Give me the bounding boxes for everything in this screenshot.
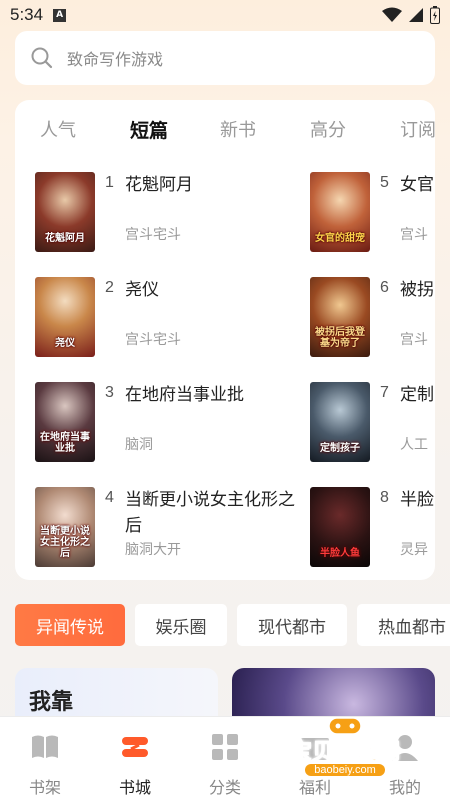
- tab-new[interactable]: 新书: [220, 116, 256, 142]
- book-tag: 人工: [400, 437, 428, 453]
- genre-tabs: 异闻传说 娱乐圈 现代都市 热血都市: [15, 604, 450, 646]
- book-cover: 当断更小说女主化形之后: [35, 487, 95, 567]
- book-rank: 6: [380, 279, 389, 296]
- grid-icon: [212, 734, 238, 760]
- book-rank: 2: [105, 279, 114, 296]
- book-cover: 定制孩子: [310, 382, 370, 462]
- book-tag: 脑洞大开: [125, 542, 181, 558]
- book-title: 定制: [400, 385, 434, 405]
- book-cover: 被拐后我登基为帝了: [310, 277, 370, 357]
- book-item[interactable]: 半脸人鱼 8 半脸 灵异: [310, 487, 435, 569]
- signal-icon: [409, 8, 423, 22]
- book-cover: 半脸人鱼: [310, 487, 370, 567]
- nav-bookstore[interactable]: 书城: [90, 717, 180, 800]
- book-cover: 女官的甜宠: [310, 172, 370, 252]
- book-title: 当断更小说女主化形之后: [125, 490, 295, 536]
- book-tag: 宫斗宅斗: [125, 227, 181, 243]
- book-title: 尧仪: [125, 280, 159, 300]
- book-cover: 在地府当事业批: [35, 382, 95, 462]
- tab-short[interactable]: 短篇: [130, 116, 168, 143]
- book-rank: 1: [105, 174, 114, 191]
- status-bar: 5:34 A: [0, 0, 450, 30]
- book-tag: 宫斗宅斗: [125, 332, 181, 348]
- ranking-tabs: 人气 短篇 新书 高分 订阅: [15, 116, 435, 146]
- tab-popular[interactable]: 人气: [40, 116, 76, 142]
- genre-chip[interactable]: 热血都市: [357, 604, 450, 646]
- book-rank: 5: [380, 174, 389, 191]
- book-item[interactable]: 在地府当事业批 3 在地府当事业批 脑洞: [35, 382, 295, 464]
- watermark-logo: 宝贝游戏网 baobeiy.com: [275, 714, 415, 794]
- tab-high-score[interactable]: 高分: [310, 116, 346, 142]
- book-rank: 4: [105, 489, 114, 506]
- book-item[interactable]: 花魁阿月 1 花魁阿月 宫斗宅斗: [35, 172, 295, 254]
- search-placeholder: 致命写作游戏: [67, 50, 164, 69]
- search-bar[interactable]: 致命写作游戏: [15, 31, 435, 85]
- book-tag: 宫斗: [400, 332, 428, 348]
- book-item[interactable]: 定制孩子 7 定制 人工: [310, 382, 435, 464]
- book-title: 半脸: [400, 490, 434, 510]
- book-icon: [32, 735, 58, 758]
- book-rank: 3: [105, 384, 114, 401]
- book-cover: 尧仪: [35, 277, 95, 357]
- tab-subscribe[interactable]: 订阅: [400, 116, 435, 142]
- ranking-card: 人气 短篇 新书 高分 订阅 花魁阿月 1 花魁阿月 宫斗宅斗 尧仪 2 尧仪 …: [15, 100, 435, 580]
- book-title: 女官: [400, 175, 434, 195]
- book-item[interactable]: 被拐后我登基为帝了 6 被拐为帝 宫斗: [310, 277, 435, 359]
- bookstore-icon: [122, 737, 148, 757]
- genre-chip[interactable]: 娱乐圈: [135, 604, 227, 646]
- book-title: 在地府当事业批: [125, 385, 244, 405]
- book-cover: 花魁阿月: [35, 172, 95, 252]
- nav-category[interactable]: 分类: [180, 717, 270, 800]
- book-tag: 宫斗: [400, 227, 428, 243]
- status-icons: [382, 6, 440, 24]
- battery-icon: [430, 6, 440, 24]
- nav-bookshelf[interactable]: 书架: [0, 717, 90, 800]
- genre-chip[interactable]: 现代都市: [237, 604, 347, 646]
- book-title: 花魁阿月: [125, 175, 193, 195]
- search-icon: [31, 47, 53, 69]
- book-rank: 8: [380, 489, 389, 506]
- book-rank: 7: [380, 384, 389, 401]
- notification-icon: A: [53, 8, 67, 22]
- book-tag: 脑洞: [125, 437, 153, 453]
- book-item[interactable]: 当断更小说女主化形之后 4 当断更小说女主化形之后 脑洞大开: [35, 487, 295, 569]
- genre-chip[interactable]: 异闻传说: [15, 604, 125, 646]
- book-item[interactable]: 女官的甜宠 5 女官 宫斗: [310, 172, 435, 254]
- wifi-icon: [382, 7, 402, 22]
- status-time: 5:34: [10, 5, 44, 24]
- banner-title: 我靠: [29, 689, 74, 715]
- book-item[interactable]: 尧仪 2 尧仪 宫斗宅斗: [35, 277, 295, 359]
- book-tag: 灵异: [400, 542, 428, 558]
- book-title: 被拐为帝: [400, 280, 435, 300]
